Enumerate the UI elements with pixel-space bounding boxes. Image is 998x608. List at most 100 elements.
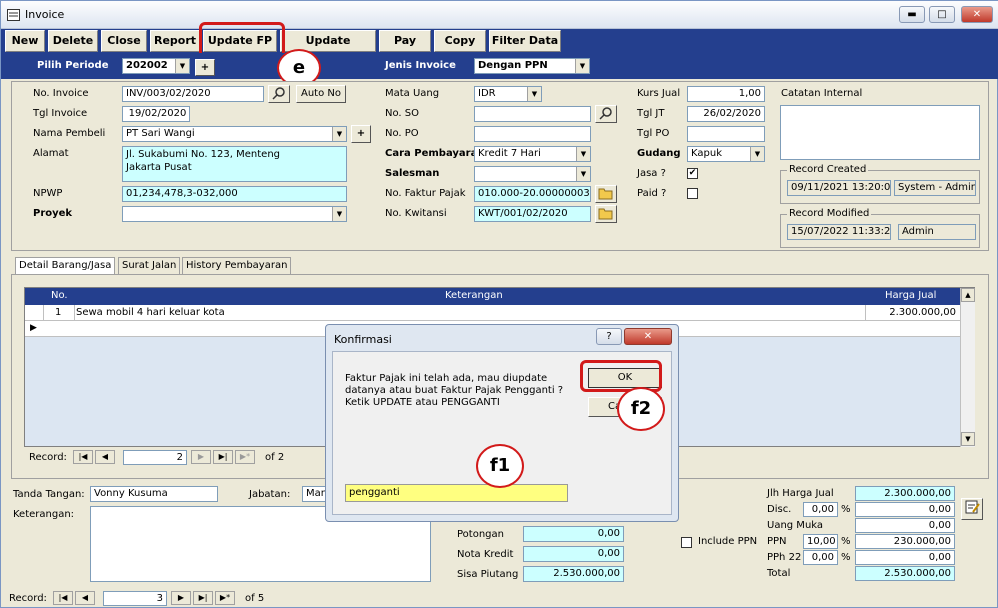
- auto-no-button[interactable]: Auto No: [296, 85, 346, 103]
- pph22-pct-field[interactable]: 0,00: [803, 550, 838, 565]
- no-invoice-field[interactable]: INV/003/02/2020: [122, 86, 264, 102]
- alamat-field[interactable]: Jl. Sukabumi No. 123, Menteng Jakarta Pu…: [122, 146, 347, 182]
- new-button[interactable]: New: [5, 30, 45, 52]
- tgl-jt-field[interactable]: 26/02/2020: [687, 106, 765, 122]
- ppn-pct-field[interactable]: 10,00: [803, 534, 838, 549]
- grid-record-input[interactable]: 2: [123, 450, 187, 465]
- record-created-user: System - Admin: [894, 180, 976, 196]
- record-input[interactable]: 3: [103, 591, 167, 606]
- include-ppn-checkbox[interactable]: [681, 537, 692, 548]
- kurs-jual-field[interactable]: 1,00: [687, 86, 765, 102]
- maximize-button[interactable]: □: [929, 6, 955, 23]
- npwp-field[interactable]: 01,234,478,3-032,000: [122, 186, 347, 202]
- faktur-pajak-label: No. Faktur Pajak: [385, 188, 466, 199]
- search-invoice-button[interactable]: [268, 85, 290, 103]
- delete-button[interactable]: Delete: [48, 30, 98, 52]
- add-periode-button[interactable]: +: [195, 59, 215, 76]
- jasa-checkbox[interactable]: ✔: [687, 168, 698, 179]
- search-icon: [599, 107, 612, 120]
- disc-field[interactable]: 0,00: [855, 502, 955, 517]
- dialog-help-button[interactable]: ?: [596, 328, 622, 345]
- alamat-line-2: Jakarta Pusat: [126, 162, 192, 173]
- open-kwitansi-button[interactable]: [595, 205, 617, 223]
- potongan-field[interactable]: 0,00: [523, 526, 624, 542]
- grid-prev-button[interactable]: ◀: [95, 450, 115, 464]
- record-last-button[interactable]: ▶|: [193, 591, 213, 605]
- include-ppn-label: Include PPN: [698, 536, 758, 547]
- catatan-internal-label: Catatan Internal: [781, 88, 863, 99]
- dialog-close-button[interactable]: ✕: [624, 328, 672, 345]
- table-row[interactable]: 1 Sewa mobil 4 hari keluar kota 2.300.00…: [25, 305, 960, 321]
- grid-scrollbar[interactable]: ▲ ▼: [960, 288, 975, 447]
- tgl-po-field[interactable]: [687, 126, 765, 142]
- copy-button[interactable]: Copy: [434, 30, 486, 52]
- alamat-line-1: Jl. Sukabumi No. 123, Menteng: [126, 149, 280, 160]
- paid-label: Paid ?: [637, 188, 667, 199]
- disc-pct-field[interactable]: 0,00: [803, 502, 838, 517]
- close-button[interactable]: Close: [101, 30, 147, 52]
- search-so-button[interactable]: [595, 105, 617, 123]
- dialog-message: Faktur Pajak ini telah ada, mau diupdate…: [345, 373, 563, 409]
- tgl-invoice-field[interactable]: 19/02/2020: [122, 106, 190, 122]
- cara-pembayaran-select[interactable]: Kredit 7 Hari ▼: [474, 146, 591, 162]
- report-button[interactable]: Report: [150, 30, 200, 52]
- jasa-label: Jasa ?: [637, 168, 666, 179]
- catatan-internal-field[interactable]: [780, 105, 980, 160]
- uang-muka-field[interactable]: 0,00: [855, 518, 955, 533]
- scroll-up-button[interactable]: ▲: [961, 288, 975, 302]
- jlh-harga-jual-field: 2.300.000,00: [855, 486, 955, 501]
- record-next-button[interactable]: ▶: [171, 591, 191, 605]
- tgl-po-label: Tgl PO: [637, 128, 670, 139]
- sisa-piutang-label: Sisa Piutang: [457, 569, 519, 580]
- scroll-down-button[interactable]: ▼: [961, 432, 975, 446]
- form-icon: [7, 9, 20, 21]
- pay-button[interactable]: Pay: [379, 30, 431, 52]
- nama-pembeli-select[interactable]: PT Sari Wangi ▼: [122, 126, 347, 142]
- proyek-select[interactable]: ▼: [122, 206, 347, 222]
- nama-pembeli-value: PT Sari Wangi: [126, 128, 195, 139]
- faktur-pajak-field[interactable]: 010.000-20.00000003: [474, 186, 591, 202]
- grid-new-button[interactable]: ▶*: [235, 450, 255, 464]
- pph22-field: 0,00: [855, 550, 955, 565]
- record-prev-button[interactable]: ◀: [75, 591, 95, 605]
- no-po-field[interactable]: [474, 126, 591, 142]
- minimize-button[interactable]: ▬: [899, 6, 925, 23]
- grid-last-button[interactable]: ▶|: [213, 450, 233, 464]
- periode-select[interactable]: 202002 ▼: [122, 58, 190, 74]
- tab-history-pembayaran[interactable]: History Pembayaran: [182, 257, 292, 274]
- toolbar: New Delete Close Report Update FP Update…: [1, 29, 998, 67]
- open-faktur-button[interactable]: [595, 185, 617, 203]
- add-pembeli-button[interactable]: +: [351, 125, 371, 143]
- jenis-invoice-select[interactable]: Dengan PPN ▼: [474, 58, 590, 74]
- kwitansi-field[interactable]: KWT/001/02/2020: [474, 206, 591, 222]
- grid-header: No. Keterangan Harga Jual: [25, 288, 960, 305]
- grid-first-button[interactable]: |◀: [73, 450, 93, 464]
- mata-uang-select[interactable]: IDR ▼: [474, 86, 542, 102]
- record-first-button[interactable]: |◀: [53, 591, 73, 605]
- close-window-button[interactable]: ✕: [961, 6, 993, 23]
- ppn-label: PPN: [767, 536, 787, 547]
- tab-surat-jalan[interactable]: Surat Jalan: [118, 257, 181, 274]
- mata-uang-label: Mata Uang: [385, 88, 440, 99]
- disc-label: Disc.: [767, 504, 792, 515]
- uang-muka-label: Uang Muka: [767, 520, 824, 531]
- proyek-label: Proyek: [33, 208, 73, 219]
- nota-kredit-field[interactable]: 0,00: [523, 546, 624, 562]
- tanda-tangan-field[interactable]: Vonny Kusuma: [90, 486, 218, 502]
- tab-detail-barang[interactable]: Detail Barang/Jasa: [15, 257, 116, 275]
- edit-note-button[interactable]: [961, 498, 983, 520]
- filter-data-button[interactable]: Filter Data: [489, 30, 561, 52]
- dialog-input[interactable]: pengganti: [345, 484, 568, 502]
- gudang-select[interactable]: Kapuk ▼: [687, 146, 765, 162]
- no-po-label: No. PO: [385, 128, 419, 139]
- periode-label: Pilih Periode: [37, 60, 109, 71]
- salesman-select[interactable]: ▼: [474, 166, 591, 182]
- chevron-down-icon: ▼: [750, 147, 764, 161]
- paid-checkbox[interactable]: [687, 188, 698, 199]
- row-no: 1: [55, 307, 62, 318]
- grid-next-button[interactable]: ▶: [191, 450, 211, 464]
- record-of: of 5: [245, 593, 265, 604]
- gudang-value: Kapuk: [691, 148, 722, 159]
- record-new-button[interactable]: ▶*: [215, 591, 235, 605]
- no-so-field[interactable]: [474, 106, 591, 122]
